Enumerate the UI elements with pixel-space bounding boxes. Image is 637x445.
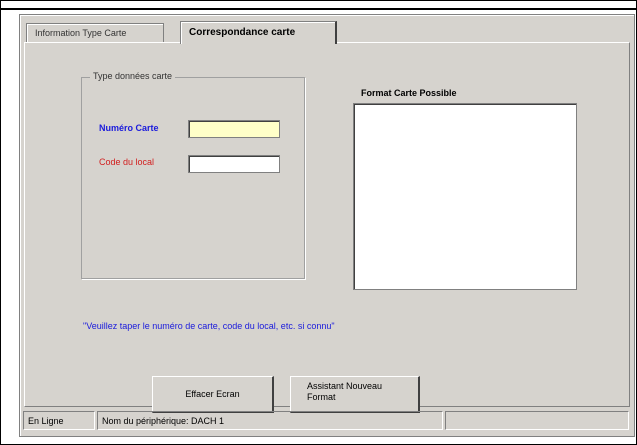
tab-panel: Type données carte Numéro Carte Code du … bbox=[24, 42, 630, 413]
card-number-label: Numéro Carte bbox=[99, 123, 159, 133]
clear-screen-label: Effacer Ecran bbox=[185, 389, 240, 399]
status-connection: En Ligne bbox=[23, 411, 95, 430]
card-data-group: Type données carte Numéro Carte Code du … bbox=[81, 71, 305, 279]
status-extra bbox=[445, 411, 629, 430]
local-code-input[interactable] bbox=[188, 155, 280, 173]
new-format-label-line1: Assistant Nouveau bbox=[307, 381, 383, 391]
possible-format-list[interactable] bbox=[353, 103, 577, 290]
new-format-wizard-button[interactable]: Assistant Nouveau Format bbox=[290, 376, 420, 413]
new-format-label-line2: Format bbox=[307, 392, 336, 402]
card-number-input[interactable] bbox=[188, 120, 280, 138]
group-title: Type données carte bbox=[90, 71, 176, 81]
tab-correspondance-carte[interactable]: Correspondance carte bbox=[180, 21, 337, 44]
top-border bbox=[1, 1, 636, 10]
card-window: Information Type Carte Correspondance ca… bbox=[19, 14, 635, 437]
local-code-label: Code du local bbox=[99, 157, 155, 167]
possible-format-title: Format Carte Possible bbox=[361, 88, 457, 98]
outer-frame: Information Type Carte Correspondance ca… bbox=[0, 0, 637, 445]
status-device: Nom du périphérique: DACH 1 bbox=[97, 411, 443, 430]
tab-information-type-carte[interactable]: Information Type Carte bbox=[26, 23, 164, 43]
hint-text: "Veuillez taper le numéro de carte, code… bbox=[83, 321, 335, 331]
clear-screen-button[interactable]: Effacer Ecran bbox=[152, 376, 274, 413]
status-bar: En Ligne Nom du périphérique: DACH 1 bbox=[23, 411, 629, 430]
